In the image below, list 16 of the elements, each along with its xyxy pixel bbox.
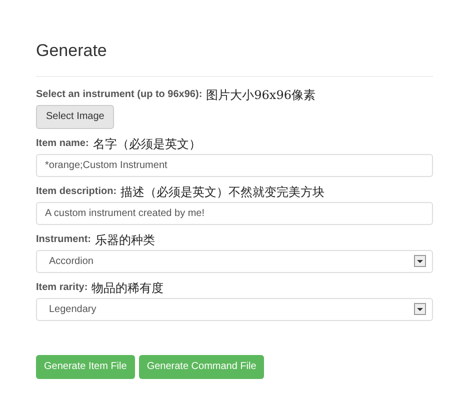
annotation-note: 描述（必须是英文）不然就变完美方块	[120, 184, 325, 198]
annotation-note: 物品的稀有度	[92, 280, 164, 294]
field-label: Item name:	[36, 136, 89, 150]
page-heading: Generate	[36, 40, 108, 62]
field-label: Item description:	[36, 184, 117, 198]
field-label: Instrument:	[36, 232, 91, 246]
text-field[interactable]: A custom instrument created by me!	[36, 202, 433, 224]
annotation-note: 图片大小96x96像素	[206, 88, 316, 102]
field-label: Select an instrument (up to 96x96):	[36, 88, 202, 102]
annotation-note: 乐器的种类	[95, 232, 155, 246]
dropdown-field[interactable]: Legendary	[36, 298, 433, 320]
dropdown-field[interactable]: Accordion	[36, 250, 433, 272]
annotation-note: 名字（必须是英文）	[92, 136, 201, 150]
text-field[interactable]: *orange;Custom Instrument	[36, 154, 433, 176]
select-image-button[interactable]: Select Image	[36, 104, 114, 128]
field-label: Item rarity:	[36, 280, 88, 294]
